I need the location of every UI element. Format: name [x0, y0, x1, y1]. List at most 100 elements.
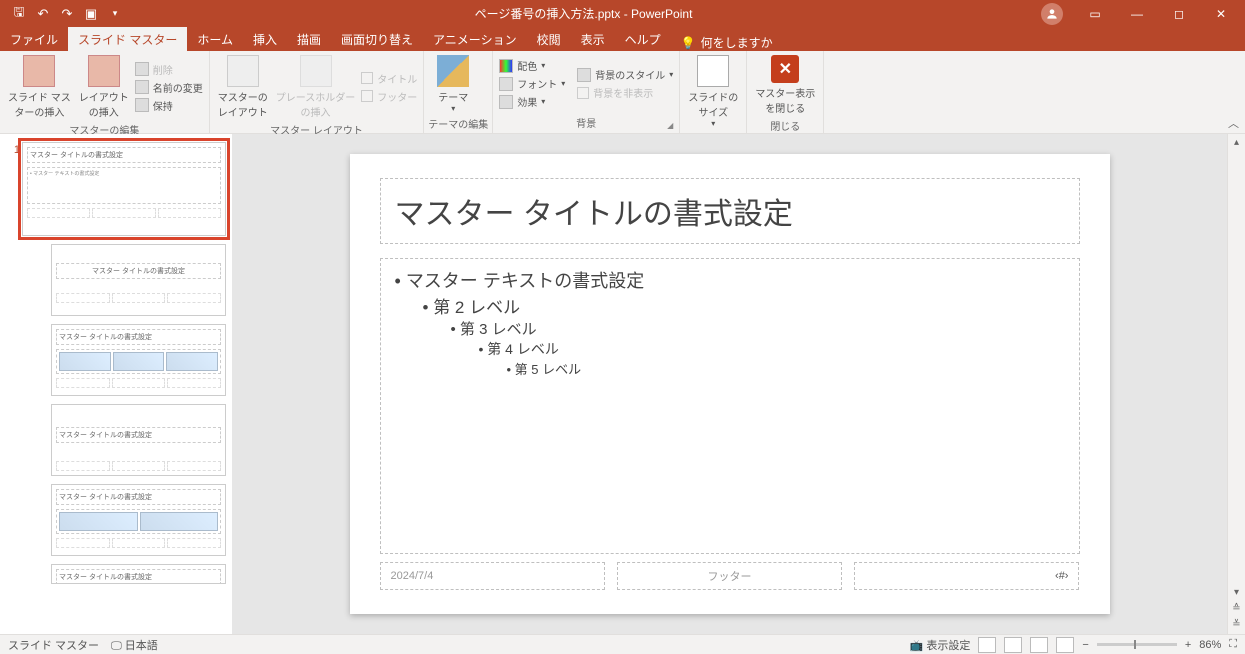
tell-me-label: 何をしますか	[701, 34, 773, 51]
theme-button[interactable]: テーマ▾	[428, 53, 478, 115]
thumbnail-panel[interactable]: 1 マスター タイトルの書式設定 • マスター テキストの書式設定 マスター タ…	[0, 134, 232, 634]
chevron-down-icon: ▾	[561, 79, 565, 88]
insert-slide-master-button[interactable]: スライド マス ターの挿入	[4, 53, 75, 121]
redo-icon[interactable]: ↷	[56, 3, 78, 25]
close-master-button[interactable]: ✕マスター表示 を閉じる	[751, 53, 819, 117]
body-level-1[interactable]: マスター テキストの書式設定	[395, 267, 1065, 293]
slide-sorter-button[interactable]	[1004, 637, 1022, 653]
body-placeholder[interactable]: マスター テキストの書式設定 第 2 レベル 第 3 レベル 第 4 レベル 第…	[380, 258, 1080, 554]
slideshow-button[interactable]	[1056, 637, 1074, 653]
zoom-level[interactable]: 86%	[1199, 639, 1221, 651]
preserve-icon	[135, 98, 149, 112]
qat-dropdown-icon[interactable]: ▾	[104, 3, 126, 25]
undo-icon[interactable]: ↶	[32, 3, 54, 25]
thumb-title: マスター タイトルの書式設定	[56, 263, 221, 279]
hide-bg-checkbox: 背景を非表示	[575, 84, 675, 101]
tab-review[interactable]: 校閲	[527, 27, 571, 51]
effects-icon	[499, 95, 513, 109]
start-from-beginning-icon[interactable]: ▣	[80, 3, 102, 25]
layout-thumbnail[interactable]: マスター タイトルの書式設定	[51, 324, 226, 396]
thumb-title: マスター タイトルの書式設定	[27, 147, 221, 163]
footer-placeholder[interactable]: フッター	[617, 562, 842, 590]
group-background: 配色 ▾ フォント ▾ 効果 ▾ 背景のスタイル ▾ 背景を非表示 背景◢	[493, 51, 680, 133]
tab-file[interactable]: ファイル	[0, 27, 68, 51]
title-checkbox: タイトル	[359, 70, 419, 87]
theme-icon	[437, 55, 469, 87]
layout-thumbnail[interactable]: マスター タイトルの書式設定	[51, 244, 226, 316]
dialog-launcher-icon[interactable]: ◢	[667, 121, 673, 130]
ribbon-display-icon[interactable]: ▭	[1075, 0, 1115, 27]
thumb-title: マスター タイトルの書式設定	[56, 569, 221, 584]
tab-view[interactable]: 表示	[571, 27, 615, 51]
master-layout-button[interactable]: マスターの レイアウト	[214, 53, 272, 121]
tab-help[interactable]: ヘルプ	[615, 27, 671, 51]
tab-transitions[interactable]: 画面切り替え	[331, 27, 423, 51]
tab-insert[interactable]: 挿入	[243, 27, 287, 51]
zoom-slider[interactable]	[1097, 643, 1177, 646]
fit-to-window-button[interactable]: ⛶	[1229, 638, 1237, 651]
body-level-5[interactable]: 第 5 レベル	[395, 359, 1065, 378]
scroll-up-icon[interactable]: ▴	[1228, 134, 1245, 152]
close-button[interactable]: ✕	[1201, 0, 1241, 27]
quick-access-toolbar: 🖫 ↶ ↷ ▣ ▾	[0, 3, 126, 25]
user-avatar-icon[interactable]	[1041, 3, 1063, 25]
collapse-ribbon-button[interactable]: ︿	[824, 51, 1245, 133]
save-icon[interactable]: 🖫	[8, 3, 30, 25]
tell-me-search[interactable]: 💡 何をしますか	[681, 34, 773, 51]
colors-button[interactable]: 配色 ▾	[497, 57, 567, 74]
slide-canvas-area[interactable]: マスター タイトルの書式設定 マスター テキストの書式設定 第 2 レベル 第 …	[232, 134, 1227, 634]
group-size: スライドの サイズ▾ サイズ	[680, 51, 747, 133]
zoom-in-button[interactable]: +	[1185, 639, 1191, 651]
next-slide-icon[interactable]: ≚	[1228, 616, 1245, 634]
checkbox-icon	[361, 90, 373, 102]
language-icon: 🖵	[111, 640, 122, 652]
preserve-button[interactable]: 保持	[133, 97, 205, 114]
tab-home[interactable]: ホーム	[187, 27, 243, 51]
bg-style-button[interactable]: 背景のスタイル ▾	[575, 66, 675, 83]
chevron-down-icon: ▾	[711, 119, 715, 128]
thumbnail-number: 1	[6, 142, 20, 156]
insert-master-icon	[23, 55, 55, 87]
zoom-out-button[interactable]: −	[1082, 639, 1088, 651]
fonts-icon	[499, 77, 513, 91]
thumb-body: • マスター テキストの書式設定	[27, 167, 221, 204]
minimize-button[interactable]: ―	[1117, 0, 1157, 27]
language-indicator[interactable]: 🖵 日本語	[111, 637, 158, 653]
body-level-2[interactable]: 第 2 レベル	[395, 293, 1065, 318]
slide-number-placeholder[interactable]: ‹#›	[854, 562, 1079, 590]
effects-button[interactable]: 効果 ▾	[497, 93, 567, 110]
thumb-title: マスター タイトルの書式設定	[56, 489, 221, 505]
display-settings-button[interactable]: 📺 表示設定	[910, 637, 971, 653]
chevron-down-icon: ▾	[451, 104, 455, 113]
insert-layout-button[interactable]: レイアウト の挿入	[75, 53, 133, 121]
insert-placeholder-button: プレースホルダー の挿入	[272, 53, 360, 121]
thumb-title: マスター タイトルの書式設定	[56, 329, 221, 345]
body-level-4[interactable]: 第 4 レベル	[395, 339, 1065, 359]
body-level-3[interactable]: 第 3 レベル	[395, 318, 1065, 339]
slide-master-canvas[interactable]: マスター タイトルの書式設定 マスター テキストの書式設定 第 2 レベル 第 …	[350, 154, 1110, 614]
group-master-layout: マスターの レイアウト プレースホルダー の挿入 タイトル フッター マスター …	[210, 51, 425, 133]
tab-animations[interactable]: アニメーション	[423, 27, 527, 51]
title-placeholder[interactable]: マスター タイトルの書式設定	[380, 178, 1080, 244]
date-placeholder[interactable]: 2024/7/4	[380, 562, 605, 590]
master-thumbnail[interactable]: マスター タイトルの書式設定 • マスター テキストの書式設定	[22, 142, 226, 236]
vertical-scrollbar[interactable]: ▴ ▾ ≙ ≚	[1227, 134, 1245, 634]
layout-thumbnail[interactable]: マスター タイトルの書式設定	[51, 484, 226, 556]
maximize-button[interactable]: ◻	[1159, 0, 1199, 27]
delete-icon	[135, 62, 149, 76]
rename-button[interactable]: 名前の変更	[133, 79, 205, 96]
chevron-down-icon: ▾	[669, 70, 673, 79]
layout-thumbnail[interactable]: マスター タイトルの書式設定	[51, 404, 226, 476]
layout-thumbnail[interactable]: マスター タイトルの書式設定	[51, 564, 226, 584]
reading-view-button[interactable]	[1030, 637, 1048, 653]
slide-size-button[interactable]: スライドの サイズ▾	[684, 53, 742, 130]
tab-draw[interactable]: 描画	[287, 27, 331, 51]
close-master-icon: ✕	[771, 55, 799, 83]
bg-style-icon	[577, 68, 591, 82]
fonts-button[interactable]: フォント ▾	[497, 75, 567, 92]
normal-view-button[interactable]	[978, 637, 996, 653]
tab-slide-master[interactable]: スライド マスター	[68, 27, 187, 51]
main-area: 1 マスター タイトルの書式設定 • マスター テキストの書式設定 マスター タ…	[0, 134, 1245, 634]
master-thumbnail-row[interactable]: 1 マスター タイトルの書式設定 • マスター テキストの書式設定	[0, 140, 232, 244]
chevron-up-icon: ︿	[1228, 115, 1239, 131]
